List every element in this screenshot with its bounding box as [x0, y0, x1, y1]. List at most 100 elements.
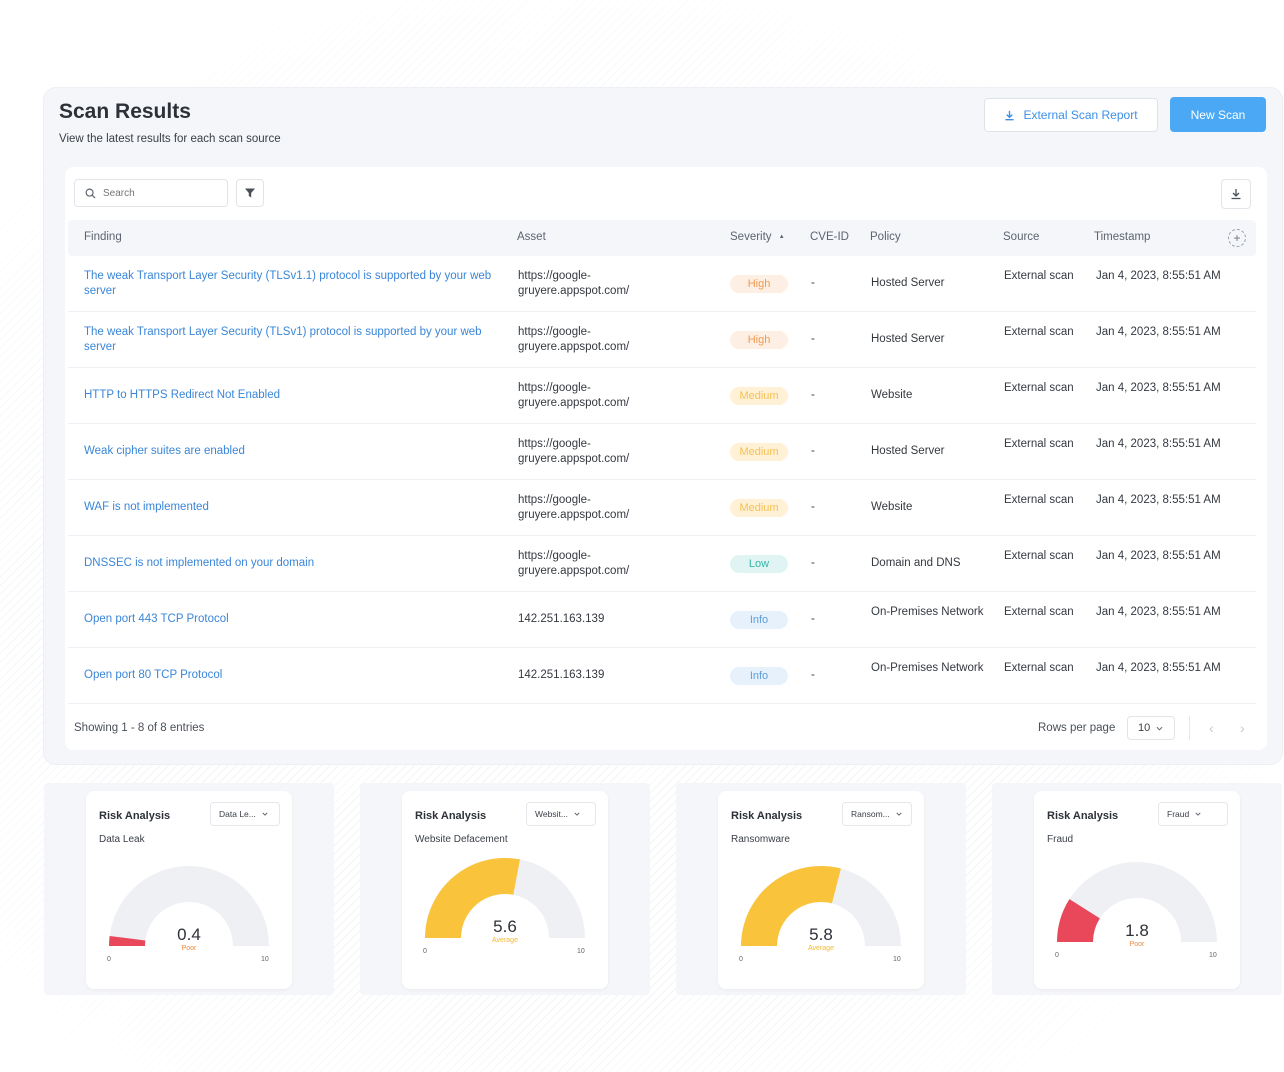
gauge-max-label: 10 [1209, 952, 1217, 959]
chevron-down-icon [896, 812, 902, 816]
gauge-rating: Average [492, 937, 518, 944]
header-timestamp[interactable]: Timestamp [1094, 231, 1150, 243]
timestamp-cell: Jan 4, 2023, 8:55:51 AM [1096, 326, 1221, 338]
policy-cell: On-Premises Network [871, 662, 984, 674]
table-row[interactable]: Open port 80 TCP Protocol 142.251.163.13… [68, 648, 1256, 704]
table-row[interactable]: Weak cipher suites are enabled https://g… [68, 424, 1256, 480]
risk-card-subtitle: Ransomware [731, 834, 790, 845]
rows-per-page-select[interactable]: 10 [1127, 716, 1175, 740]
filter-icon [245, 188, 255, 198]
header-source[interactable]: Source [1003, 231, 1039, 243]
gauge-value: 0.4 [177, 925, 201, 944]
severity-badge: Info [730, 667, 788, 685]
finding-link[interactable]: Weak cipher suites are enabled [84, 444, 504, 459]
chevron-down-icon [262, 812, 268, 816]
finding-link[interactable]: HTTP to HTTPS Redirect Not Enabled [84, 388, 504, 403]
header-severity[interactable]: Severity ▲ [730, 231, 785, 243]
policy-cell: On-Premises Network [871, 606, 984, 618]
asset-cell: https://google-gruyere.appspot.com/ [518, 494, 630, 521]
header-severity-label: Severity [730, 231, 772, 243]
risk-card-title: Risk Analysis [415, 810, 487, 822]
risk-card-title: Risk Analysis [99, 810, 171, 822]
risk-card-container: Risk Analysis Data Le... Data Leak 0.4 P… [44, 783, 334, 995]
gauge-value: 5.8 [809, 925, 833, 944]
header-cve[interactable]: CVE-ID [810, 231, 849, 243]
risk-gauge: 5.6 Average 0 10 [415, 848, 595, 963]
table-row[interactable]: The weak Transport Layer Security (TLSv1… [68, 256, 1256, 312]
page-subtitle: View the latest results for each scan so… [59, 133, 281, 145]
risk-card-subtitle: Website Defacement [415, 834, 508, 845]
header-finding[interactable]: Finding [84, 231, 122, 243]
finding-link[interactable]: Open port 80 TCP Protocol [84, 668, 504, 683]
gauge-rating: Average [808, 945, 834, 952]
asset-cell: 142.251.163.139 [518, 613, 605, 625]
download-icon [1231, 189, 1241, 200]
asset-cell: https://google-gruyere.appspot.com/ [518, 438, 630, 465]
asset-cell: https://google-gruyere.appspot.com/ [518, 550, 630, 577]
risk-card-subtitle: Data Leak [99, 834, 145, 845]
sort-ascending-icon: ▲ [778, 233, 785, 240]
policy-cell: Website [871, 501, 913, 513]
finding-link[interactable]: WAF is not implemented [84, 500, 504, 515]
timestamp-cell: Jan 4, 2023, 8:55:51 AM [1096, 270, 1221, 282]
severity-badge: Medium [730, 387, 788, 405]
timestamp-cell: Jan 4, 2023, 8:55:51 AM [1096, 438, 1221, 450]
source-cell: External scan [1004, 438, 1074, 450]
risk-type-select[interactable]: Data Le... [210, 802, 280, 826]
risk-type-value: Data Le... [219, 809, 256, 819]
source-cell: External scan [1004, 550, 1074, 562]
search-box[interactable] [74, 179, 228, 207]
gauge-max-label: 10 [261, 956, 269, 963]
gauge-value: 5.6 [493, 917, 517, 936]
search-icon [85, 188, 96, 199]
risk-gauge: 5.8 Average 0 10 [731, 856, 911, 971]
cve-cell: - [811, 389, 815, 401]
risk-analysis-card: Risk Analysis Fraud Fraud 1.8 Poor 0 10 [1034, 791, 1240, 989]
gauge-max-label: 10 [893, 956, 901, 963]
risk-type-select[interactable]: Ransom... [842, 802, 912, 826]
source-cell: External scan [1004, 494, 1074, 506]
cve-cell: - [811, 669, 815, 681]
header-policy[interactable]: Policy [870, 231, 901, 243]
risk-gauge: 0.4 Poor 0 10 [99, 856, 279, 971]
filter-button[interactable] [236, 179, 264, 207]
add-column-button[interactable]: + [1228, 229, 1246, 247]
table-row[interactable]: DNSSEC is not implemented on your domain… [68, 536, 1256, 592]
chevron-down-icon [574, 812, 580, 816]
risk-type-select[interactable]: Websit... [526, 802, 596, 826]
gauge-min-label: 0 [1055, 952, 1059, 959]
previous-page-button[interactable]: ‹ [1209, 720, 1214, 736]
search-input[interactable] [103, 187, 213, 199]
new-scan-button[interactable]: New Scan [1170, 97, 1266, 132]
asset-cell: https://google-gruyere.appspot.com/ [518, 326, 630, 353]
risk-card-container: Risk Analysis Fraud Fraud 1.8 Poor 0 10 [992, 783, 1282, 995]
finding-link[interactable]: Open port 443 TCP Protocol [84, 612, 504, 627]
header-asset[interactable]: Asset [517, 231, 546, 243]
table-row[interactable]: The weak Transport Layer Security (TLSv1… [68, 312, 1256, 368]
table-row[interactable]: Open port 443 TCP Protocol 142.251.163.1… [68, 592, 1256, 648]
source-cell: External scan [1004, 606, 1074, 618]
asset-cell: 142.251.163.139 [518, 669, 605, 681]
risk-card-title: Risk Analysis [1047, 810, 1119, 822]
cve-cell: - [811, 613, 815, 625]
risk-type-select[interactable]: Fraud [1158, 802, 1228, 826]
risk-analysis-card: Risk Analysis Ransom... Ransomware 5.8 A… [718, 791, 924, 989]
next-page-button[interactable]: › [1240, 720, 1245, 736]
severity-badge: Info [730, 611, 788, 629]
page-title: Scan Results [59, 100, 191, 123]
finding-link[interactable]: The weak Transport Layer Security (TLSv1… [84, 325, 504, 355]
table-row[interactable]: HTTP to HTTPS Redirect Not Enabled https… [68, 368, 1256, 424]
table-row[interactable]: WAF is not implemented https://google-gr… [68, 480, 1256, 536]
finding-link[interactable]: The weak Transport Layer Security (TLSv1… [84, 269, 504, 299]
download-icon [1005, 110, 1015, 120]
source-cell: External scan [1004, 382, 1074, 394]
scan-results-panel: Scan Results View the latest results for… [44, 88, 1282, 764]
finding-link[interactable]: DNSSEC is not implemented on your domain [84, 556, 504, 571]
gauge-max-label: 10 [577, 948, 585, 955]
chevron-down-icon [1156, 726, 1163, 731]
risk-type-value: Websit... [535, 809, 568, 819]
download-button[interactable] [1221, 179, 1251, 209]
external-scan-report-button[interactable]: External Scan Report [984, 98, 1158, 132]
risk-card-container: Risk Analysis Ransom... Ransomware 5.8 A… [676, 783, 966, 995]
risk-card-container: Risk Analysis Websit... Website Defaceme… [360, 783, 650, 995]
